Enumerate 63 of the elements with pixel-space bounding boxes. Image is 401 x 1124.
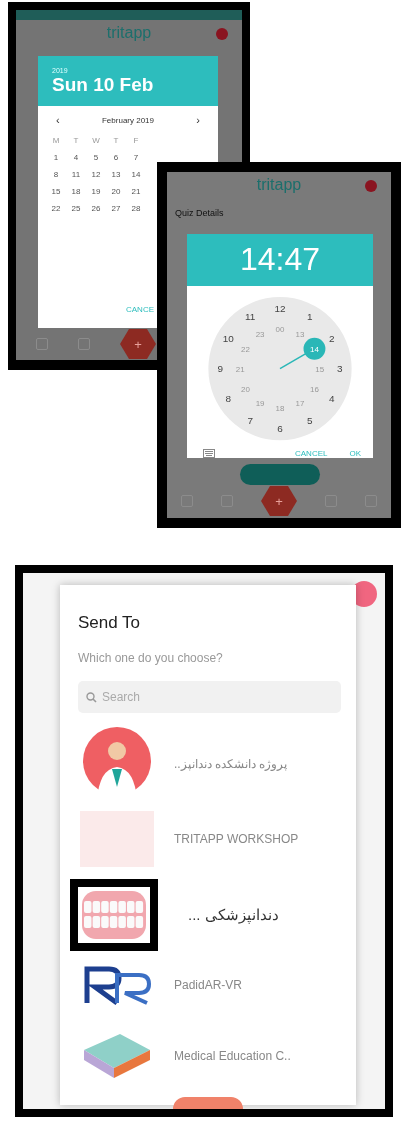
calendar-day[interactable]: 21 [131, 187, 141, 196]
weekday-label: W [92, 136, 100, 145]
calendar-day[interactable]: 26 [91, 204, 101, 213]
dialog-title: Send To [78, 613, 141, 633]
weekday-label: T [113, 136, 119, 145]
calendar-day[interactable]: 7 [133, 153, 139, 162]
contact-name[interactable]: دندانپزشکی ... [188, 906, 279, 924]
profile-icon[interactable] [365, 180, 377, 192]
calendar-day[interactable]: 4 [73, 153, 79, 162]
contact-name[interactable]: TRITAPP WORKSHOP [174, 832, 299, 846]
hour-number[interactable]: 5 [307, 414, 313, 426]
contact-name[interactable]: PadidAR-VR [174, 978, 243, 992]
calendar-day[interactable]: 18 [71, 187, 81, 196]
hour-number[interactable]: 12 [274, 303, 286, 315]
calendar-day[interactable]: 1 [53, 153, 59, 162]
weekday-label: M [52, 136, 60, 145]
clock-hand[interactable] [279, 337, 326, 370]
section-title: Quiz Details [175, 208, 224, 218]
hour-number[interactable]: 10 [222, 333, 234, 344]
hour-number[interactable]: 4 [328, 392, 335, 404]
nav-icon[interactable] [78, 338, 90, 350]
nav-icon[interactable] [36, 338, 48, 350]
calendar-day[interactable]: 25 [71, 204, 81, 213]
calendar-day[interactable]: 5 [93, 153, 99, 162]
search-icon [86, 692, 97, 703]
calendar-day[interactable]: 22 [51, 204, 61, 213]
calendar-day[interactable]: 28 [131, 204, 141, 213]
hour-number[interactable]: 9 [217, 362, 224, 374]
calendar-day[interactable]: 12 [91, 170, 101, 179]
calendar-day[interactable]: 20 [111, 187, 121, 196]
contact-name[interactable]: پروژه دانشکده دندانپز.. [174, 757, 288, 771]
month-label: February 2019 [102, 115, 154, 125]
profile-icon[interactable] [216, 28, 228, 40]
calendar-day[interactable]: 6 [113, 153, 119, 162]
weekday-label: T [73, 136, 79, 145]
keyboard-icon[interactable] [203, 449, 215, 458]
add-button[interactable]: + [261, 486, 297, 516]
dialog-subtitle: Which one do you choose? [78, 651, 223, 665]
next-month-button[interactable]: › [196, 114, 200, 126]
app-title: tritapp [256, 176, 302, 194]
hour-number[interactable]: 6 [277, 422, 283, 434]
calendar-day[interactable]: 14 [131, 170, 141, 179]
selected-time: 14:47 [239, 241, 321, 279]
hour-number[interactable]: 8 [225, 392, 232, 404]
hour-number[interactable]: 3 [336, 362, 343, 374]
calendar-day[interactable]: 11 [71, 170, 81, 179]
hour-number[interactable]: 2 [328, 333, 335, 344]
calendar-day[interactable]: 15 [51, 187, 61, 196]
hour-number[interactable]: 7 [247, 414, 253, 426]
calendar-day[interactable]: 27 [111, 204, 121, 213]
calendar-day[interactable]: 19 [91, 187, 101, 196]
app-title: tritapp [106, 24, 152, 42]
contact-name[interactable]: Medical Education C.. [174, 1049, 291, 1063]
save-button[interactable] [240, 464, 320, 485]
selected-date: Sun 10 Feb [52, 73, 154, 96]
previous-month-button[interactable]: ‹ [56, 114, 60, 126]
search-field[interactable]: Search [78, 681, 341, 713]
add-button[interactable]: + [120, 329, 156, 359]
calendar-day[interactable]: 8 [53, 170, 59, 179]
hour-number[interactable]: 1 [307, 311, 313, 323]
calendar-day[interactable]: 13 [111, 170, 121, 179]
hour-number[interactable]: 11 [245, 311, 256, 323]
weekday-label: F [133, 136, 139, 145]
